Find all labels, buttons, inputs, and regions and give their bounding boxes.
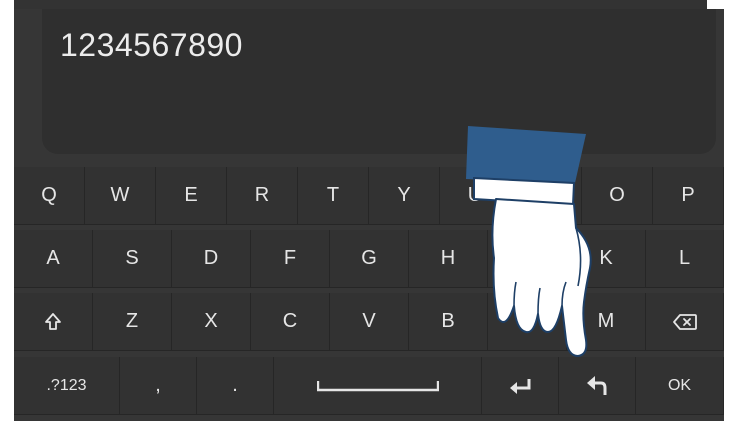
key-d[interactable]: D — [172, 230, 251, 288]
key-ok[interactable]: OK — [636, 357, 724, 415]
key-period[interactable]: . — [197, 357, 274, 415]
key-shift[interactable] — [14, 293, 93, 351]
key-q[interactable]: Q — [14, 167, 85, 225]
key-t[interactable]: T — [298, 167, 369, 225]
keyboard-row-3: Z X C V B N M — [14, 293, 724, 351]
key-comma[interactable]: , — [120, 357, 197, 415]
key-b[interactable]: B — [409, 293, 488, 351]
undo-icon — [587, 375, 607, 395]
key-e[interactable]: E — [156, 167, 227, 225]
key-a[interactable]: A — [14, 230, 93, 288]
key-v[interactable]: V — [330, 293, 409, 351]
keyboard-row-2: A S D F G H J K L — [14, 230, 724, 288]
key-n[interactable]: N — [488, 293, 567, 351]
text-input-area[interactable]: 1234567890 — [42, 9, 716, 154]
key-i[interactable]: I — [511, 167, 582, 225]
key-enter[interactable] — [482, 357, 559, 415]
key-f[interactable]: F — [251, 230, 330, 288]
key-l[interactable]: L — [646, 230, 724, 288]
key-space[interactable] — [274, 357, 482, 415]
key-backspace[interactable] — [646, 293, 724, 351]
keyboard-panel: 1234567890 Q W E R T Y U I O P A S D F G… — [14, 9, 724, 421]
top-bar — [14, 0, 707, 9]
keyboard-row-4: .?123 , . OK — [14, 357, 724, 415]
key-h[interactable]: H — [409, 230, 488, 288]
key-z[interactable]: Z — [93, 293, 172, 351]
key-symbols[interactable]: .?123 — [14, 357, 120, 415]
key-j[interactable]: J — [488, 230, 567, 288]
key-y[interactable]: Y — [369, 167, 440, 225]
space-bar-icon — [316, 380, 439, 391]
key-k[interactable]: K — [567, 230, 646, 288]
key-r[interactable]: R — [227, 167, 298, 225]
key-o[interactable]: O — [582, 167, 653, 225]
key-p[interactable]: P — [653, 167, 724, 225]
shift-icon — [45, 312, 61, 330]
typed-text: 1234567890 — [60, 27, 243, 63]
key-g[interactable]: G — [330, 230, 409, 288]
keyboard-row-1: Q W E R T Y U I O P — [14, 167, 724, 225]
key-undo[interactable] — [559, 357, 636, 415]
key-u[interactable]: U — [440, 167, 511, 225]
enter-icon — [510, 378, 531, 394]
key-x[interactable]: X — [172, 293, 251, 351]
keyboard: Q W E R T Y U I O P A S D F G H J K L Z … — [14, 167, 724, 421]
key-s[interactable]: S — [93, 230, 172, 288]
key-w[interactable]: W — [85, 167, 156, 225]
key-m[interactable]: M — [567, 293, 646, 351]
key-c[interactable]: C — [251, 293, 330, 351]
backspace-icon — [672, 313, 697, 330]
